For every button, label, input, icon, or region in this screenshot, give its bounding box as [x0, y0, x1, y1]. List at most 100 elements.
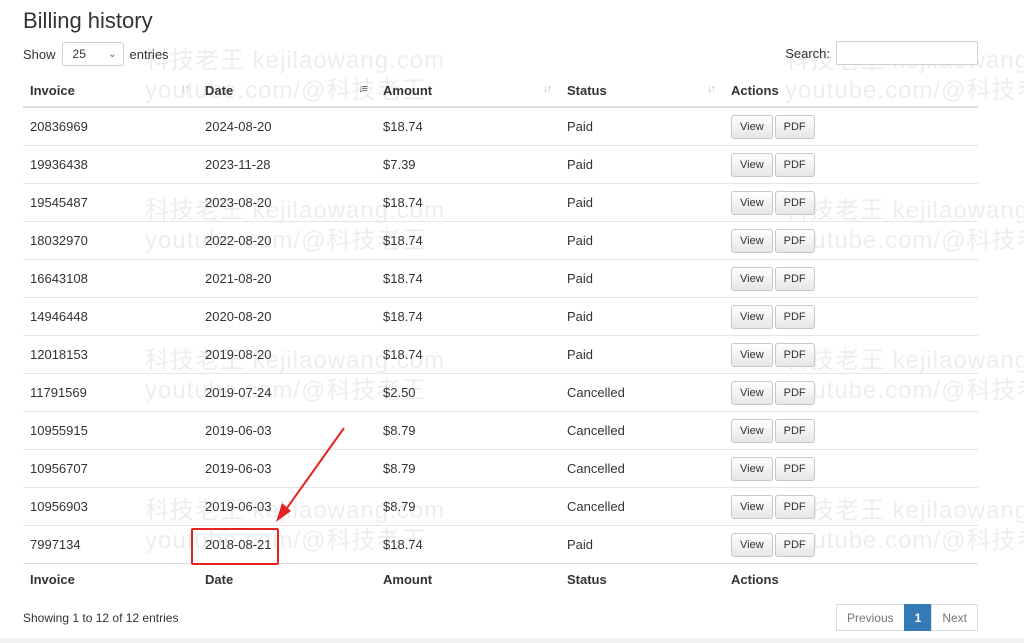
- amount-cell: $18.74: [376, 525, 560, 564]
- table-row: 10956903 2019-06-03 $8.79 Cancelled View PDF: [23, 487, 978, 526]
- actions-cell: View PDF: [724, 487, 978, 526]
- table-info: Showing 1 to 12 of 12 entries: [23, 611, 179, 625]
- pagination: Previous 1 Next: [835, 604, 978, 631]
- status-cell: Paid: [560, 297, 724, 336]
- pdf-button[interactable]: PDF: [774, 266, 815, 291]
- invoice-cell: 10955915: [23, 411, 198, 450]
- amount-cell: $18.74: [376, 221, 560, 260]
- pdf-button[interactable]: PDF: [774, 228, 815, 253]
- table-row: 10956707 2019-06-03 $8.79 Cancelled View PDF: [23, 449, 978, 488]
- view-button[interactable]: View: [731, 266, 773, 291]
- invoice-cell: 10956903: [23, 487, 198, 526]
- actions-cell: View PDF: [724, 335, 978, 374]
- status-cell: Paid: [560, 335, 724, 374]
- table-row: 14946448 2020-08-20 $18.74 Paid View PDF: [23, 297, 978, 336]
- status-cell: Paid: [567, 119, 594, 134]
- actions-cell: View PDF: [724, 183, 978, 222]
- sort-desc-icon: ↓≡: [358, 83, 368, 95]
- table-row: 16643108 2021-08-20 $18.74 Paid View PDF: [23, 259, 978, 298]
- amount-cell: $8.79: [376, 487, 560, 526]
- sort-icon: ↓↑: [543, 83, 552, 95]
- status-cell: Cancelled: [560, 487, 724, 526]
- view-button[interactable]: View: [731, 456, 773, 481]
- sort-icon: ↓↑: [181, 83, 190, 95]
- pdf-button[interactable]: PDF: [774, 532, 815, 557]
- date-cell: 2021-08-20: [198, 259, 376, 298]
- pdf-button[interactable]: PDF: [774, 190, 815, 215]
- footer-actions: Actions: [724, 563, 978, 594]
- column-header-invoice[interactable]: Invoice ↓↑: [23, 74, 198, 108]
- date-cell: 2019-06-03: [198, 411, 376, 450]
- view-button[interactable]: View: [731, 342, 773, 367]
- column-header-date[interactable]: Date ↓≡: [198, 74, 376, 108]
- actions-cell: View PDF: [724, 373, 978, 412]
- actions-cell: View PDF: [724, 107, 978, 146]
- view-button[interactable]: View: [731, 304, 773, 329]
- invoice-cell: 10956707: [23, 449, 198, 488]
- column-header-amount[interactable]: Amount ↓↑: [376, 74, 560, 108]
- entries-per-page-select[interactable]: 25 ⌄: [61, 42, 124, 66]
- actions-cell: View PDF: [724, 221, 978, 260]
- search-input[interactable]: [836, 41, 978, 65]
- amount-cell: $7.39: [376, 145, 560, 184]
- view-button[interactable]: View: [731, 152, 773, 177]
- date-cell: 2019-08-20: [198, 335, 376, 374]
- entries-length-control: Show 25 ⌄ entries: [23, 42, 169, 66]
- amount-cell: $18.74: [376, 259, 560, 298]
- table-row: 18032970 2022-08-20 $18.74 Paid View PDF: [23, 221, 978, 260]
- date-cell: 2020-08-20: [198, 297, 376, 336]
- view-button[interactable]: View: [731, 190, 773, 215]
- amount-cell: $18.74: [376, 183, 560, 222]
- view-button[interactable]: View: [731, 114, 773, 139]
- amount-cell: $2.50: [376, 373, 560, 412]
- next-button[interactable]: Next: [931, 604, 978, 631]
- table-footer-row: Invoice Date Amount Status Actions: [23, 563, 978, 594]
- date-cell: 2023-11-28: [198, 145, 376, 184]
- pdf-button[interactable]: PDF: [774, 342, 815, 367]
- view-button[interactable]: View: [731, 380, 773, 405]
- status-cell: Cancelled: [560, 411, 724, 450]
- view-button[interactable]: View: [731, 494, 773, 519]
- date-cell: 2019-06-03: [198, 487, 376, 526]
- chevron-down-icon: ⌄: [108, 48, 117, 60]
- pdf-button[interactable]: PDF: [774, 380, 815, 405]
- entries-per-page-value: 25: [72, 47, 86, 61]
- actions-cell: View PDF: [724, 145, 978, 184]
- amount-cell: $8.79: [376, 449, 560, 488]
- bottom-bar: [0, 638, 1024, 643]
- footer-invoice: Invoice: [23, 563, 198, 594]
- table-row: 12018153 2019-08-20 $18.74 Paid View PDF: [23, 335, 978, 374]
- table-body: 20836969 2024-08-20 $18.74 Paid View PDF 19936…: [23, 107, 978, 564]
- column-header-status[interactable]: Status ↓↑: [560, 74, 724, 108]
- pdf-button[interactable]: PDF: [774, 494, 815, 519]
- view-button[interactable]: View: [731, 532, 773, 557]
- pdf-button[interactable]: PDF: [774, 304, 815, 329]
- pdf-button[interactable]: PDF: [774, 456, 815, 481]
- page-1-button[interactable]: 1: [903, 604, 933, 631]
- table-row: 10955915 2019-06-03 $8.79 Cancelled View PDF: [23, 411, 978, 450]
- status-cell: Cancelled: [560, 373, 724, 412]
- previous-button[interactable]: Previous: [835, 604, 905, 631]
- status-cell: Paid: [560, 525, 724, 564]
- sort-icon: ↓↑: [707, 83, 716, 95]
- invoice-cell: 18032970: [23, 221, 198, 260]
- table-row: 19936438 2023-11-28 $7.39 Paid View PDF: [23, 145, 978, 184]
- page-title: Billing history: [23, 8, 153, 33]
- highlight-box: [191, 528, 279, 565]
- date-cell: 2024-08-20: [205, 119, 272, 134]
- view-button[interactable]: View: [731, 228, 773, 253]
- show-label: Show: [23, 46, 56, 62]
- view-button[interactable]: View: [731, 418, 773, 443]
- pdf-button[interactable]: PDF: [774, 152, 815, 177]
- pdf-button[interactable]: PDF: [774, 114, 815, 139]
- invoice-cell: 14946448: [23, 297, 198, 336]
- footer-status: Status: [560, 563, 724, 594]
- actions-cell: View PDF: [724, 411, 978, 450]
- table-row: 7997134 2018-08-21 $18.74 Paid View PDF: [23, 525, 978, 564]
- actions-cell: View PDF: [724, 525, 978, 564]
- invoice-cell: 16643108: [23, 259, 198, 298]
- pdf-button[interactable]: PDF: [774, 418, 815, 443]
- search-label: Search:: [785, 45, 830, 61]
- invoice-cell: 11791569: [23, 373, 198, 412]
- date-cell: 2019-07-24: [198, 373, 376, 412]
